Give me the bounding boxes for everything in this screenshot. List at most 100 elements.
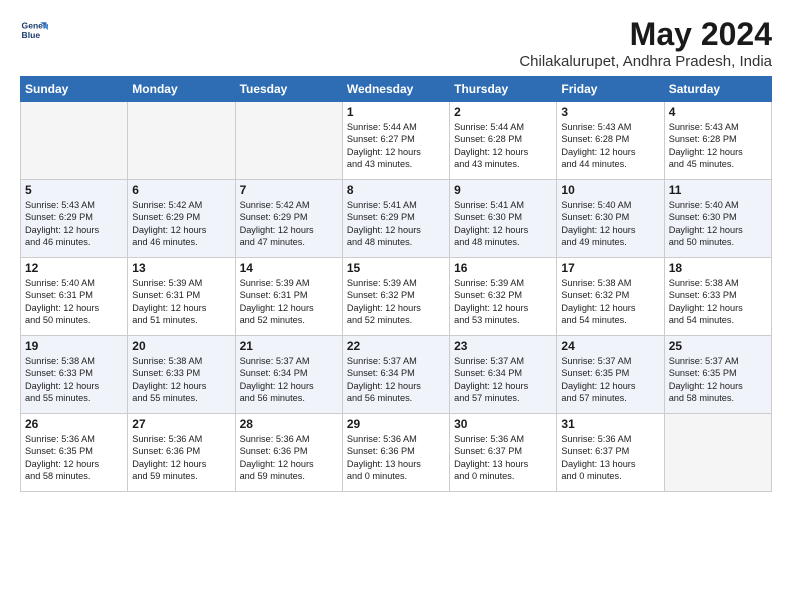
svg-text:Blue: Blue [22, 30, 41, 40]
day-number: 12 [25, 261, 123, 275]
calendar-cell: 9 Sunrise: 5:41 AMSunset: 6:30 PMDaylight… [450, 180, 557, 258]
calendar-cell: 2 Sunrise: 5:44 AMSunset: 6:28 PMDaylight… [450, 102, 557, 180]
calendar-cell: 6Sunrise: 5:42 AMSunset: 6:29 PMDaylight… [128, 180, 235, 258]
calendar-cell [235, 102, 342, 180]
header-sunday: Sunday [21, 77, 128, 102]
calendar-cell: 18 Sunrise: 5:38 AMSunset: 6:33 PMDayligh… [664, 258, 771, 336]
day-info: Sunrise: 5:36 AMSunset: 6:36 PMDaylight:… [240, 433, 338, 483]
calendar-cell: 29 Sunrise: 5:36 AMSunset: 6:36 PMDayligh… [342, 414, 449, 492]
main-title: May 2024 [519, 16, 772, 53]
day-number: 17 [561, 261, 659, 275]
day-info: Sunrise: 5:41 AMSunset: 6:30 PMDaylight:… [454, 199, 552, 249]
calendar-page: General Blue May 2024 Chilakalurupet, An… [0, 0, 792, 612]
calendar-cell: 30 Sunrise: 5:36 AMSunset: 6:37 PMDayligh… [450, 414, 557, 492]
day-info: Sunrise: 5:41 AMSunset: 6:29 PMDaylight:… [347, 199, 445, 249]
day-number: 9 [454, 183, 552, 197]
calendar-cell: 16 Sunrise: 5:39 AMSunset: 6:32 PMDayligh… [450, 258, 557, 336]
day-info: Sunrise: 5:44 AMSunset: 6:28 PMDaylight:… [454, 121, 552, 171]
day-info: Sunrise: 5:37 AMSunset: 6:34 PMDaylight:… [240, 355, 338, 405]
calendar-table: Sunday Monday Tuesday Wednesday Thursday… [20, 76, 772, 492]
day-info: Sunrise: 5:36 AMSunset: 6:36 PMDaylight:… [347, 433, 445, 483]
day-number: 11 [669, 183, 767, 197]
day-info: Sunrise: 5:40 AMSunset: 6:31 PMDaylight:… [25, 277, 123, 327]
header-monday: Monday [128, 77, 235, 102]
day-number: 3 [561, 105, 659, 119]
day-info: Sunrise: 5:37 AMSunset: 6:34 PMDaylight:… [347, 355, 445, 405]
day-info: Sunrise: 5:36 AMSunset: 6:37 PMDaylight:… [561, 433, 659, 483]
logo-icon: General Blue [20, 16, 48, 44]
calendar-cell: 15 Sunrise: 5:39 AMSunset: 6:32 PMDayligh… [342, 258, 449, 336]
day-info: Sunrise: 5:36 AMSunset: 6:37 PMDaylight:… [454, 433, 552, 483]
calendar-cell: 26 Sunrise: 5:36 AMSunset: 6:35 PMDayligh… [21, 414, 128, 492]
calendar-cell: 11 Sunrise: 5:40 AMSunset: 6:30 PMDayligh… [664, 180, 771, 258]
day-number: 21 [240, 339, 338, 353]
calendar-cell: 3 Sunrise: 5:43 AMSunset: 6:28 PMDaylight… [557, 102, 664, 180]
day-info: Sunrise: 5:44 AMSunset: 6:27 PMDaylight:… [347, 121, 445, 171]
day-number: 18 [669, 261, 767, 275]
calendar-cell: 20Sunrise: 5:38 AMSunset: 6:33 PMDayligh… [128, 336, 235, 414]
day-info: Sunrise: 5:39 AMSunset: 6:32 PMDaylight:… [454, 277, 552, 327]
day-number: 30 [454, 417, 552, 431]
day-number: 4 [669, 105, 767, 119]
calendar-cell: 31 Sunrise: 5:36 AMSunset: 6:37 PMDayligh… [557, 414, 664, 492]
calendar-cell: 13 Sunrise: 5:39 AMSunset: 6:31 PMDayligh… [128, 258, 235, 336]
day-info: Sunrise: 5:38 AMSunset: 6:32 PMDaylight:… [561, 277, 659, 327]
day-number: 25 [669, 339, 767, 353]
day-number: 31 [561, 417, 659, 431]
day-number: 10 [561, 183, 659, 197]
day-info: Sunrise: 5:43 AMSunset: 6:28 PMDaylight:… [669, 121, 767, 171]
day-number: 15 [347, 261, 445, 275]
logo: General Blue [20, 16, 48, 44]
day-number: 13 [132, 261, 230, 275]
header-wednesday: Wednesday [342, 77, 449, 102]
calendar-cell: 22 Sunrise: 5:37 AMSunset: 6:34 PMDayligh… [342, 336, 449, 414]
calendar-cell: 10Sunrise: 5:40 AMSunset: 6:30 PMDayligh… [557, 180, 664, 258]
day-info: Sunrise: 5:39 AMSunset: 6:32 PMDaylight:… [347, 277, 445, 327]
calendar-cell: 27 Sunrise: 5:36 AMSunset: 6:36 PMDayligh… [128, 414, 235, 492]
calendar-cell: 1 Sunrise: 5:44 AMSunset: 6:27 PMDaylight… [342, 102, 449, 180]
day-number: 19 [25, 339, 123, 353]
calendar-week-row-5: 26 Sunrise: 5:36 AMSunset: 6:35 PMDayligh… [21, 414, 772, 492]
day-number: 24 [561, 339, 659, 353]
day-info: Sunrise: 5:36 AMSunset: 6:35 PMDaylight:… [25, 433, 123, 483]
day-number: 6 [132, 183, 230, 197]
title-block: May 2024 Chilakalurupet, Andhra Pradesh,… [519, 16, 772, 70]
day-info: Sunrise: 5:43 AMSunset: 6:28 PMDaylight:… [561, 121, 659, 171]
calendar-header-row: Sunday Monday Tuesday Wednesday Thursday… [21, 77, 772, 102]
day-info: Sunrise: 5:39 AMSunset: 6:31 PMDaylight:… [240, 277, 338, 327]
day-info: Sunrise: 5:38 AMSunset: 6:33 PMDaylight:… [669, 277, 767, 327]
calendar-cell: 8Sunrise: 5:41 AMSunset: 6:29 PMDaylight… [342, 180, 449, 258]
header-friday: Friday [557, 77, 664, 102]
day-info: Sunrise: 5:36 AMSunset: 6:36 PMDaylight:… [132, 433, 230, 483]
calendar-cell: 4 Sunrise: 5:43 AMSunset: 6:28 PMDaylight… [664, 102, 771, 180]
calendar-cell: 25Sunrise: 5:37 AMSunset: 6:35 PMDayligh… [664, 336, 771, 414]
day-info: Sunrise: 5:40 AMSunset: 6:30 PMDaylight:… [669, 199, 767, 249]
day-info: Sunrise: 5:39 AMSunset: 6:31 PMDaylight:… [132, 277, 230, 327]
day-info: Sunrise: 5:38 AMSunset: 6:33 PMDaylight:… [132, 355, 230, 405]
calendar-cell: 19 Sunrise: 5:38 AMSunset: 6:33 PMDayligh… [21, 336, 128, 414]
day-number: 28 [240, 417, 338, 431]
day-number: 26 [25, 417, 123, 431]
subtitle: Chilakalurupet, Andhra Pradesh, India [519, 53, 772, 70]
calendar-cell: 17 Sunrise: 5:38 AMSunset: 6:32 PMDayligh… [557, 258, 664, 336]
calendar-cell: 5 Sunrise: 5:43 AMSunset: 6:29 PMDaylight… [21, 180, 128, 258]
day-info: Sunrise: 5:37 AMSunset: 6:35 PMDaylight:… [561, 355, 659, 405]
day-number: 5 [25, 183, 123, 197]
header-thursday: Thursday [450, 77, 557, 102]
calendar-week-row-2: 5 Sunrise: 5:43 AMSunset: 6:29 PMDaylight… [21, 180, 772, 258]
day-number: 22 [347, 339, 445, 353]
day-number: 14 [240, 261, 338, 275]
day-info: Sunrise: 5:43 AMSunset: 6:29 PMDaylight:… [25, 199, 123, 249]
day-number: 27 [132, 417, 230, 431]
calendar-cell: 12 Sunrise: 5:40 AMSunset: 6:31 PMDayligh… [21, 258, 128, 336]
day-number: 2 [454, 105, 552, 119]
calendar-cell: 14 Sunrise: 5:39 AMSunset: 6:31 PMDayligh… [235, 258, 342, 336]
calendar-week-row-1: 1 Sunrise: 5:44 AMSunset: 6:27 PMDaylight… [21, 102, 772, 180]
calendar-cell: 23Sunrise: 5:37 AMSunset: 6:34 PMDayligh… [450, 336, 557, 414]
calendar-cell [128, 102, 235, 180]
day-number: 29 [347, 417, 445, 431]
calendar-cell: 21 Sunrise: 5:37 AMSunset: 6:34 PMDayligh… [235, 336, 342, 414]
day-info: Sunrise: 5:38 AMSunset: 6:33 PMDaylight:… [25, 355, 123, 405]
day-number: 1 [347, 105, 445, 119]
day-number: 16 [454, 261, 552, 275]
